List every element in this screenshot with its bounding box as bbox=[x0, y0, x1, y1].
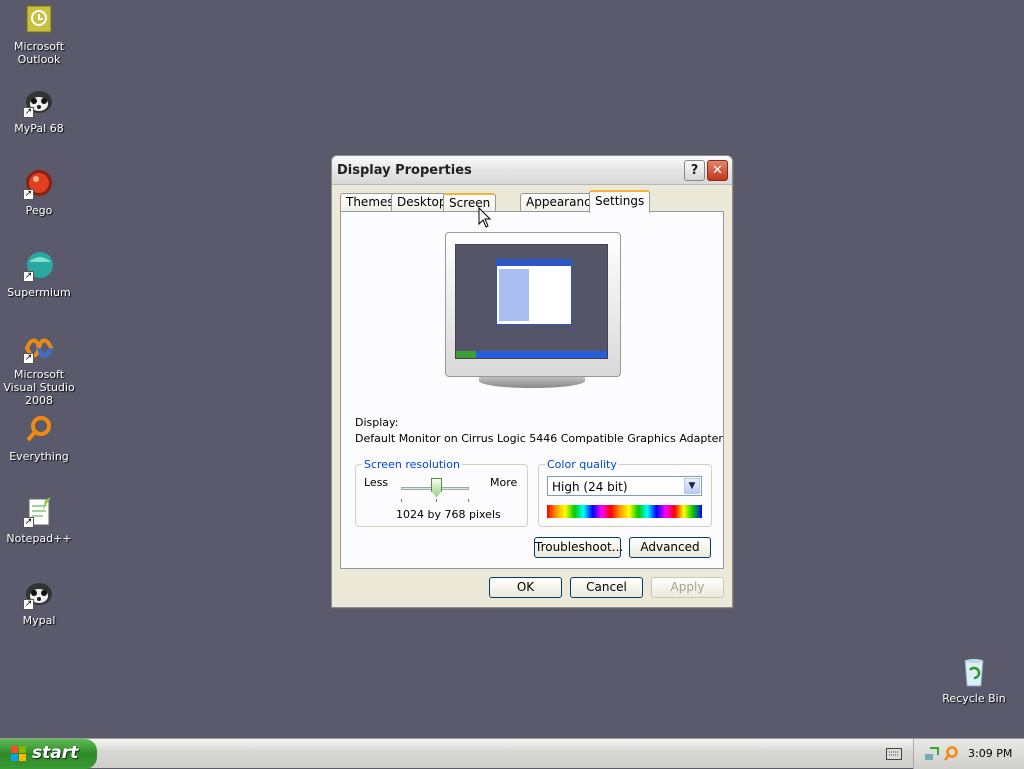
shortcut-arrow-icon: ↗ bbox=[23, 517, 34, 528]
desktop-icon-outlook[interactable]: Microsoft Outlook bbox=[0, 4, 78, 66]
desktop-icon-recycle-bin[interactable]: Recycle Bin bbox=[935, 656, 1013, 705]
shortcut-arrow-icon: ↗ bbox=[23, 107, 34, 118]
window-title: Display Properties bbox=[337, 163, 472, 178]
visual-studio-icon: ↗ bbox=[23, 332, 55, 364]
network-icon[interactable] bbox=[924, 746, 940, 762]
ok-button[interactable]: OK bbox=[489, 577, 562, 598]
desktop-icon-mypal68[interactable]: ↗ MyPal 68 bbox=[0, 86, 78, 135]
outlook-icon bbox=[23, 4, 55, 36]
close-button[interactable]: ✕ bbox=[707, 160, 728, 181]
taskbar: start 3:09 PM bbox=[0, 738, 1024, 769]
start-label: start bbox=[32, 743, 79, 763]
display-adapter-value: Default Monitor on Cirrus Logic 5446 Com… bbox=[355, 432, 723, 445]
display-label: Display: bbox=[355, 416, 399, 429]
search-magnifier-icon bbox=[23, 414, 55, 446]
desktop-icon-notepadpp[interactable]: ↗ Notepad++ bbox=[0, 496, 78, 545]
screen-resolution-group: Screen resolution Less More 1024 by 768 … bbox=[355, 458, 528, 527]
desktop-icon-label: Microsoft Visual Studio 2008 bbox=[3, 368, 75, 407]
cancel-button[interactable]: Cancel bbox=[570, 577, 643, 598]
preview-window bbox=[496, 259, 572, 325]
color-spectrum-bar bbox=[547, 505, 702, 518]
desktop-icon-label: Microsoft Outlook bbox=[13, 40, 65, 66]
desktop-icon-label: Pego bbox=[25, 204, 53, 217]
start-button[interactable]: start bbox=[0, 739, 97, 769]
display-properties-window: Display Properties ? ✕ Themes Desktop Sc… bbox=[331, 155, 733, 608]
pego-icon: ↗ bbox=[23, 168, 55, 200]
desktop-icon-label: Recycle Bin bbox=[942, 692, 1006, 705]
desktop-icon-label: Mypal bbox=[22, 614, 56, 627]
desktop-icon-label: Everything bbox=[9, 450, 69, 463]
desktop-icon-label: Notepad++ bbox=[6, 532, 72, 545]
desktop-icon-label: Supermium bbox=[7, 286, 71, 299]
color-quality-select[interactable]: High (24 bit) ▼ bbox=[547, 476, 702, 496]
desktop-icon-supermium[interactable]: ↗ Supermium bbox=[0, 250, 78, 299]
keyboard-icon[interactable] bbox=[886, 748, 902, 760]
desktop-icon-pego[interactable]: ↗ Pego bbox=[0, 168, 78, 217]
raccoon-icon: ↗ bbox=[23, 578, 55, 610]
settings-panel: Display: Default Monitor on Cirrus Logic… bbox=[340, 211, 724, 569]
resolution-slider-thumb[interactable] bbox=[431, 478, 442, 497]
system-tray: 3:09 PM bbox=[913, 739, 1024, 769]
desktop-icon-label: MyPal 68 bbox=[14, 122, 64, 135]
title-bar[interactable]: Display Properties ? ✕ bbox=[332, 156, 732, 185]
tab-settings[interactable]: Settings bbox=[589, 190, 651, 213]
monitor-preview bbox=[445, 232, 621, 388]
raccoon-icon: ↗ bbox=[23, 86, 55, 118]
apply-button[interactable]: Apply bbox=[651, 577, 724, 598]
shortcut-arrow-icon: ↗ bbox=[23, 599, 34, 610]
monitor-body bbox=[445, 232, 621, 377]
color-quality-value: High (24 bit) bbox=[552, 480, 628, 494]
desktop-icon-mypal[interactable]: ↗ Mypal bbox=[0, 578, 78, 627]
recycle-bin-icon bbox=[958, 656, 990, 688]
windows-logo-icon bbox=[11, 746, 27, 762]
color-quality-group: Color quality High (24 bit) ▼ bbox=[538, 458, 712, 527]
mouse-pointer-icon bbox=[478, 207, 492, 228]
slider-less-label: Less bbox=[364, 476, 389, 489]
desktop-icon-everything[interactable]: Everything bbox=[0, 414, 78, 463]
shortcut-arrow-icon: ↗ bbox=[23, 271, 34, 282]
chevron-down-icon[interactable]: ▼ bbox=[684, 478, 700, 494]
color-quality-legend: Color quality bbox=[545, 458, 619, 471]
desktop-icon-visual-studio[interactable]: ↗ Microsoft Visual Studio 2008 bbox=[0, 332, 78, 407]
search-tray-icon[interactable] bbox=[943, 746, 959, 762]
notepadpp-icon: ↗ bbox=[23, 496, 55, 528]
help-button[interactable]: ? bbox=[684, 160, 705, 181]
shortcut-arrow-icon: ↗ bbox=[23, 353, 34, 364]
preview-taskbar bbox=[456, 351, 607, 358]
slider-more-label: More bbox=[490, 476, 518, 489]
screen-resolution-legend: Screen resolution bbox=[362, 458, 462, 471]
troubleshoot-button[interactable]: Troubleshoot... bbox=[534, 537, 623, 558]
resolution-value: 1024 by 768 pixels bbox=[396, 508, 501, 521]
clock[interactable]: 3:09 PM bbox=[968, 747, 1012, 760]
supermium-icon: ↗ bbox=[23, 250, 55, 282]
shortcut-arrow-icon: ↗ bbox=[23, 189, 34, 200]
monitor-screen bbox=[455, 244, 608, 359]
advanced-button[interactable]: Advanced bbox=[629, 537, 711, 558]
